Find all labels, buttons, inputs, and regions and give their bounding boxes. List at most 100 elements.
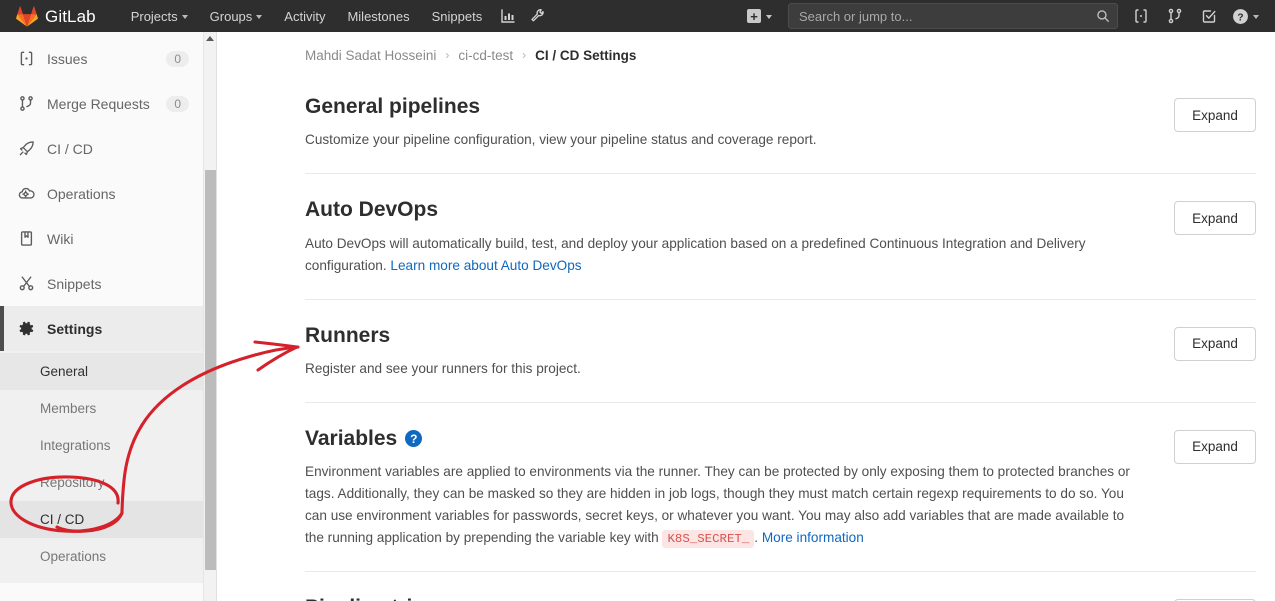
main-content: Mahdi Sadat Hosseini › ci-cd-test › CI /… — [218, 32, 1275, 601]
rocket-icon — [17, 140, 35, 158]
section-title: Variables ? — [305, 426, 1144, 452]
merge-requests-count-badge: 0 — [166, 95, 189, 112]
general-pipelines-title: General pipelines — [305, 95, 481, 118]
sidebar-item-operations[interactable]: Operations — [0, 171, 203, 216]
breadcrumb-separator-icon: › — [445, 48, 450, 62]
section-body: Auto DevOps Auto DevOps will automatical… — [305, 197, 1174, 276]
todos-icon[interactable] — [1192, 0, 1226, 32]
help-dropdown[interactable]: ? — [1226, 0, 1267, 32]
sidebar-subitem-members[interactable]: Members — [0, 390, 203, 427]
expand-button-general-pipelines[interactable]: Expand — [1174, 98, 1256, 132]
sidebar-item-issues-label: Issues — [47, 50, 88, 67]
section-body: Variables ? Environment variables are ap… — [305, 426, 1174, 549]
sidebar-item-wiki-label: Wiki — [47, 230, 74, 247]
analytics-chart-icon[interactable] — [493, 0, 523, 32]
breadcrumb-project[interactable]: ci-cd-test — [458, 48, 513, 63]
variables-title: Variables — [305, 426, 398, 450]
sidebar-subitem-repository[interactable]: Repository — [0, 464, 203, 501]
section-body: Runners Register and see your runners fo… — [305, 323, 1174, 380]
chevron-down-icon — [181, 15, 188, 19]
sidebar-item-ci-cd[interactable]: CI / CD — [0, 126, 203, 171]
nav-item-snippets-label: Snippets — [431, 8, 483, 24]
sidebar-subitem-general[interactable]: General — [0, 353, 203, 390]
new-item-dropdown[interactable]: + — [739, 0, 780, 32]
sidebar-subitem-ci-cd-label: CI / CD — [40, 512, 85, 527]
navbar-menu: Projects Groups Activity Milestones Snip… — [120, 0, 554, 32]
sidebar-item-operations-label: Operations — [47, 185, 116, 202]
auto-devops-title: Auto DevOps — [305, 198, 439, 222]
search-container — [788, 3, 1118, 29]
sidebar-item-settings-label: Settings — [47, 320, 103, 337]
merge-requests-icon — [17, 95, 35, 113]
help-circle-icon[interactable]: ? — [405, 430, 423, 448]
section-variables: Variables ? Environment variables are ap… — [305, 403, 1256, 573]
scroll-up-arrow-icon[interactable] — [206, 36, 214, 41]
sidebar-item-settings[interactable]: Settings — [0, 306, 203, 351]
pipeline-triggers-title: Pipeline triggers — [305, 595, 470, 601]
section-pipeline-triggers: Pipeline triggers Expand — [305, 572, 1256, 601]
search-input[interactable] — [788, 3, 1118, 29]
auto-devops-learn-more-link[interactable]: Learn more about Auto DevOps — [390, 258, 581, 273]
settings-sections: General pipelines Customize your pipelin… — [218, 78, 1275, 601]
sidebar-subitem-members-label: Members — [40, 401, 97, 416]
navbar-left-group: GitLab Projects Groups Activity Mileston… — [0, 0, 553, 32]
merge-requests-icon[interactable] — [1158, 0, 1192, 32]
sidebar-scrollbar-track[interactable] — [204, 32, 217, 601]
sidebar-item-merge-requests[interactable]: Merge Requests 0 — [0, 81, 203, 126]
runners-description: Register and see your runners for this p… — [305, 360, 581, 376]
sidebar-subitem-integrations-label: Integrations — [40, 438, 111, 453]
issues-icon — [17, 50, 35, 68]
nav-item-groups[interactable]: Groups — [199, 0, 274, 32]
settings-submenu: General Members Integrations Repository … — [0, 351, 203, 583]
sidebar-scrollbar-thumb[interactable] — [205, 170, 216, 570]
sidebar-subitem-integrations[interactable]: Integrations — [0, 427, 203, 464]
svg-text:?: ? — [1237, 12, 1243, 23]
section-body: General pipelines Customize your pipelin… — [305, 94, 1174, 151]
breadcrumb-separator-icon: › — [522, 48, 527, 62]
wrench-admin-icon[interactable] — [523, 0, 553, 32]
sidebar-item-snippets[interactable]: Snippets — [0, 261, 203, 306]
variables-more-information-link[interactable]: More information — [762, 530, 864, 545]
section-body: Pipeline triggers — [305, 595, 1174, 601]
section-title: Pipeline triggers — [305, 595, 1144, 601]
sidebar-item-snippets-label: Snippets — [47, 275, 102, 292]
sidebar-subitem-operations[interactable]: Operations — [0, 538, 203, 575]
variables-description: Environment variables are applied to env… — [305, 461, 1144, 549]
sidebar-item-wiki[interactable]: Wiki — [0, 216, 203, 261]
sidebar-item-ci-cd-label: CI / CD — [47, 140, 93, 157]
sidebar-subitem-ci-cd[interactable]: CI / CD — [0, 501, 203, 538]
gitlab-logo-icon — [16, 6, 38, 27]
issues-icon[interactable] — [1124, 0, 1158, 32]
scissors-icon — [17, 275, 35, 293]
nav-item-milestones-label: Milestones — [347, 8, 410, 24]
sidebar-subitem-operations-label: Operations — [40, 549, 107, 564]
cloud-gear-icon — [17, 185, 35, 203]
k8s-secret-code-chip: K8S_SECRET_ — [662, 530, 755, 549]
plus-icon: + — [747, 9, 761, 23]
chevron-down-icon — [256, 15, 263, 19]
chevron-down-icon — [1253, 15, 1259, 19]
nav-item-activity[interactable]: Activity — [273, 0, 336, 32]
section-title: Auto DevOps — [305, 197, 1144, 223]
nav-item-milestones[interactable]: Milestones — [336, 0, 420, 32]
sidebar-subitem-general-label: General — [40, 364, 89, 379]
sidebar-subitem-repository-label: Repository — [40, 475, 105, 490]
runners-title: Runners — [305, 323, 391, 347]
sidebar-item-merge-requests-label: Merge Requests — [47, 95, 150, 112]
expand-button-runners[interactable]: Expand — [1174, 326, 1256, 361]
variables-description-text-2: . — [754, 530, 762, 546]
nav-item-snippets[interactable]: Snippets — [421, 0, 494, 32]
nav-item-projects-label: Projects — [130, 8, 178, 24]
breadcrumb-owner[interactable]: Mahdi Sadat Hosseini — [305, 48, 436, 63]
section-title: Runners — [305, 323, 1144, 349]
gitlab-home-link[interactable]: GitLab — [0, 0, 106, 32]
general-pipelines-description: Customize your pipeline configuration, v… — [305, 132, 817, 148]
nav-item-projects[interactable]: Projects — [120, 0, 199, 32]
expand-button-auto-devops[interactable]: Expand — [1174, 201, 1256, 236]
project-sidebar: Issues 0 Merge Requests 0 CI / CD Operat… — [0, 32, 204, 601]
top-navbar: GitLab Projects Groups Activity Mileston… — [0, 0, 1275, 32]
book-icon — [17, 230, 35, 248]
expand-button-variables[interactable]: Expand — [1174, 429, 1256, 464]
gear-icon — [17, 320, 35, 338]
sidebar-item-issues[interactable]: Issues 0 — [0, 36, 203, 81]
